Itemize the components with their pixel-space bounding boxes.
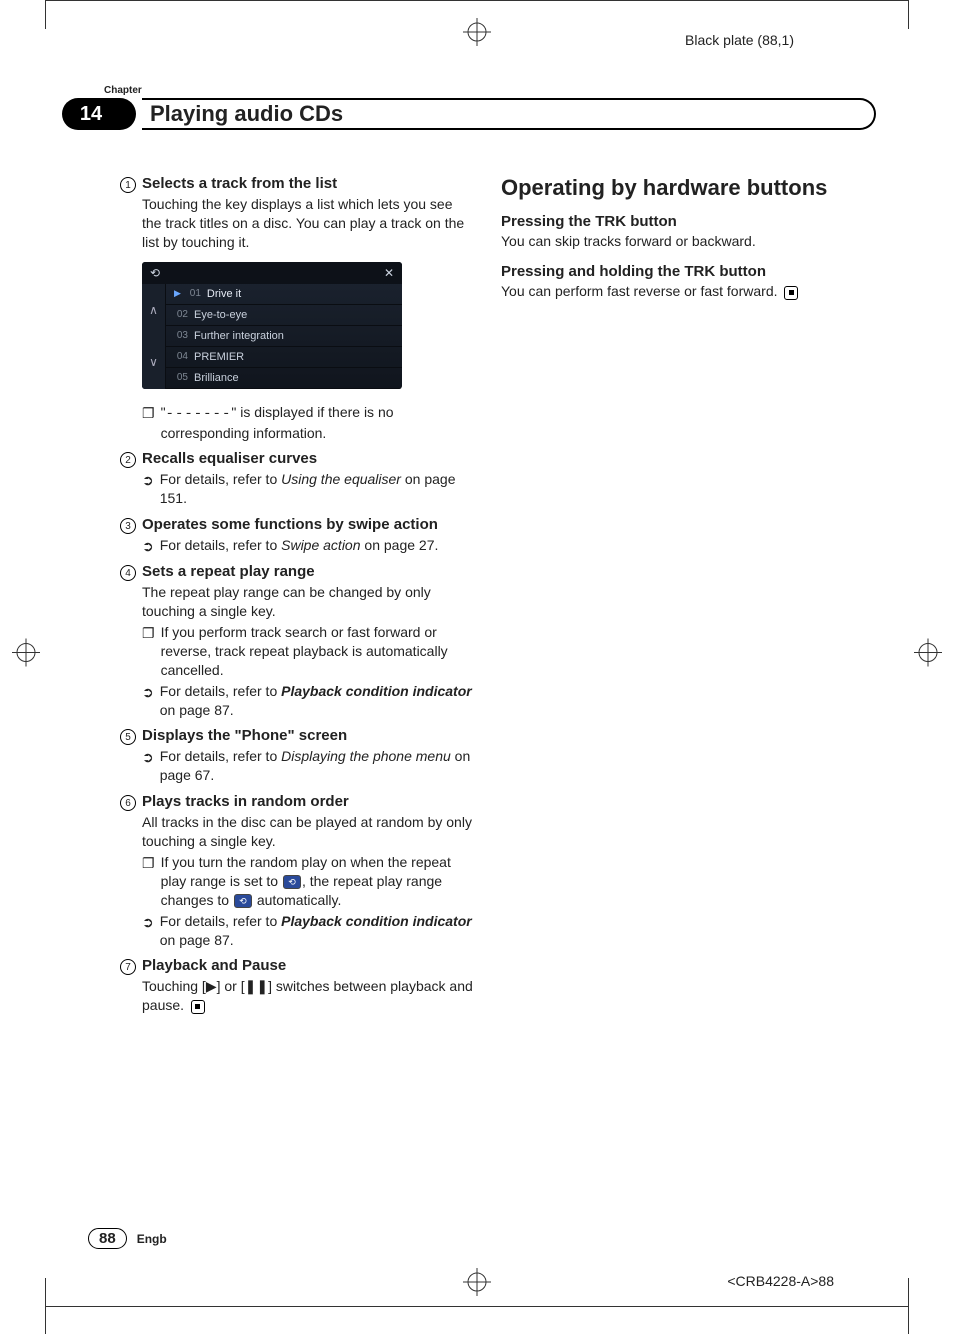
track-row-1[interactable]: ▶ 01 Drive it [166,284,402,305]
subhead-press-trk: Pressing the TRK button [501,213,854,230]
subhead-hold-trk: Pressing and holding the TRK button [501,263,854,280]
track-row-3[interactable]: 03 Further integration [166,326,402,347]
callout-7-head: Playback and Pause [142,957,286,974]
callout-6-icon: 6 [120,795,136,811]
registration-mark-right [914,638,942,669]
document-code: <CRB4228-A>88 [727,1273,834,1289]
page: Black plate (88,1) Chapter 14 Playing au… [0,0,954,1307]
left-column: 1 Selects a track from the list Touching… [120,175,473,1023]
callout-3-head: Operates some functions by swipe action [142,516,438,533]
black-plate-label: Black plate (88,1) [685,32,794,48]
crop-marks-bottom [45,1303,909,1307]
repeat-track-icon: ⟲ [283,875,301,889]
chapter-header: Chapter 14 Playing audio CDs [62,85,876,130]
registration-mark-top [463,18,491,49]
play-icon: ▶ [174,288,181,299]
note-bullet-icon: ❐ [142,625,155,642]
callout-6-note: If you turn the random play on when the … [161,853,473,910]
callout-5-head: Displays the "Phone" screen [142,727,347,744]
callout-2-icon: 2 [120,452,136,468]
pause-glyph-icon: ❚❚ [245,978,268,994]
callout-4-note: If you perform track search or fast forw… [161,623,473,680]
track-row-4[interactable]: 04 PREMIER [166,347,402,368]
press-trk-body: You can skip tracks forward or backward. [501,232,854,251]
callout-1-head: Selects a track from the list [142,175,337,192]
registration-mark-left [12,638,40,669]
callout-3-icon: 3 [120,518,136,534]
section-end-icon [191,1000,205,1014]
ref-bullet-icon: ➲ [142,538,154,555]
registration-mark-bottom [463,1268,491,1299]
chapter-title-bar: Playing audio CDs [142,98,876,130]
track-row-2[interactable]: 02 Eye-to-eye [166,305,402,326]
callout-4-icon: 4 [120,565,136,581]
chapter-label: Chapter [104,85,876,96]
chapter-title: Playing audio CDs [142,101,343,127]
track-row-5[interactable]: 05 Brilliance [166,368,402,389]
callout-2-head: Recalls equaliser curves [142,450,317,467]
note-bullet-icon: ❐ [142,855,155,872]
page-number: 88 [88,1228,127,1249]
scroll-up-icon[interactable]: ∧ [142,284,166,337]
section-title: Operating by hardware buttons [501,175,854,201]
callout-7-body: Touching [▶] or [❚❚] switches between pl… [142,977,473,1015]
footer-lang: Engb [137,1232,167,1246]
repeat-disc-icon: ⟲ [234,894,252,908]
scroll-down-icon[interactable]: ∨ [142,336,166,389]
play-glyph-icon: ▶ [206,978,217,994]
callout-4-head: Sets a repeat play range [142,563,315,580]
callout-5-icon: 5 [120,729,136,745]
ref-bullet-icon: ➲ [142,914,154,931]
callout-6-body: All tracks in the disc can be played at … [142,813,473,851]
ref-bullet-icon: ➲ [142,472,154,489]
ref-bullet-icon: ➲ [142,684,154,701]
close-icon[interactable]: ✕ [384,266,394,280]
callout-6-head: Plays tracks in random order [142,793,349,810]
page-footer: 88 Engb [88,1228,167,1249]
chapter-number-tab: 14 [62,98,120,130]
crop-marks-top [45,0,909,4]
track-list-screenshot: ⟲ ✕ ∧ ∨ ▶ 01 Drive it [142,262,402,389]
note-bullet-icon: ❐ [142,405,155,422]
ref-bullet-icon: ➲ [142,749,154,766]
section-end-icon [784,286,798,300]
callout-1-body: Touching the key displays a list which l… [142,195,473,252]
callout-4-body: The repeat play range can be changed by … [142,583,473,621]
callout-1-note: "-------" is displayed if there is no co… [161,403,473,443]
callout-7-icon: 7 [120,959,136,975]
callout-1-icon: 1 [120,177,136,193]
right-column: Operating by hardware buttons Pressing t… [501,175,854,1023]
hold-trk-body: You can perform fast reverse or fast for… [501,282,854,301]
back-icon[interactable]: ⟲ [150,266,160,280]
